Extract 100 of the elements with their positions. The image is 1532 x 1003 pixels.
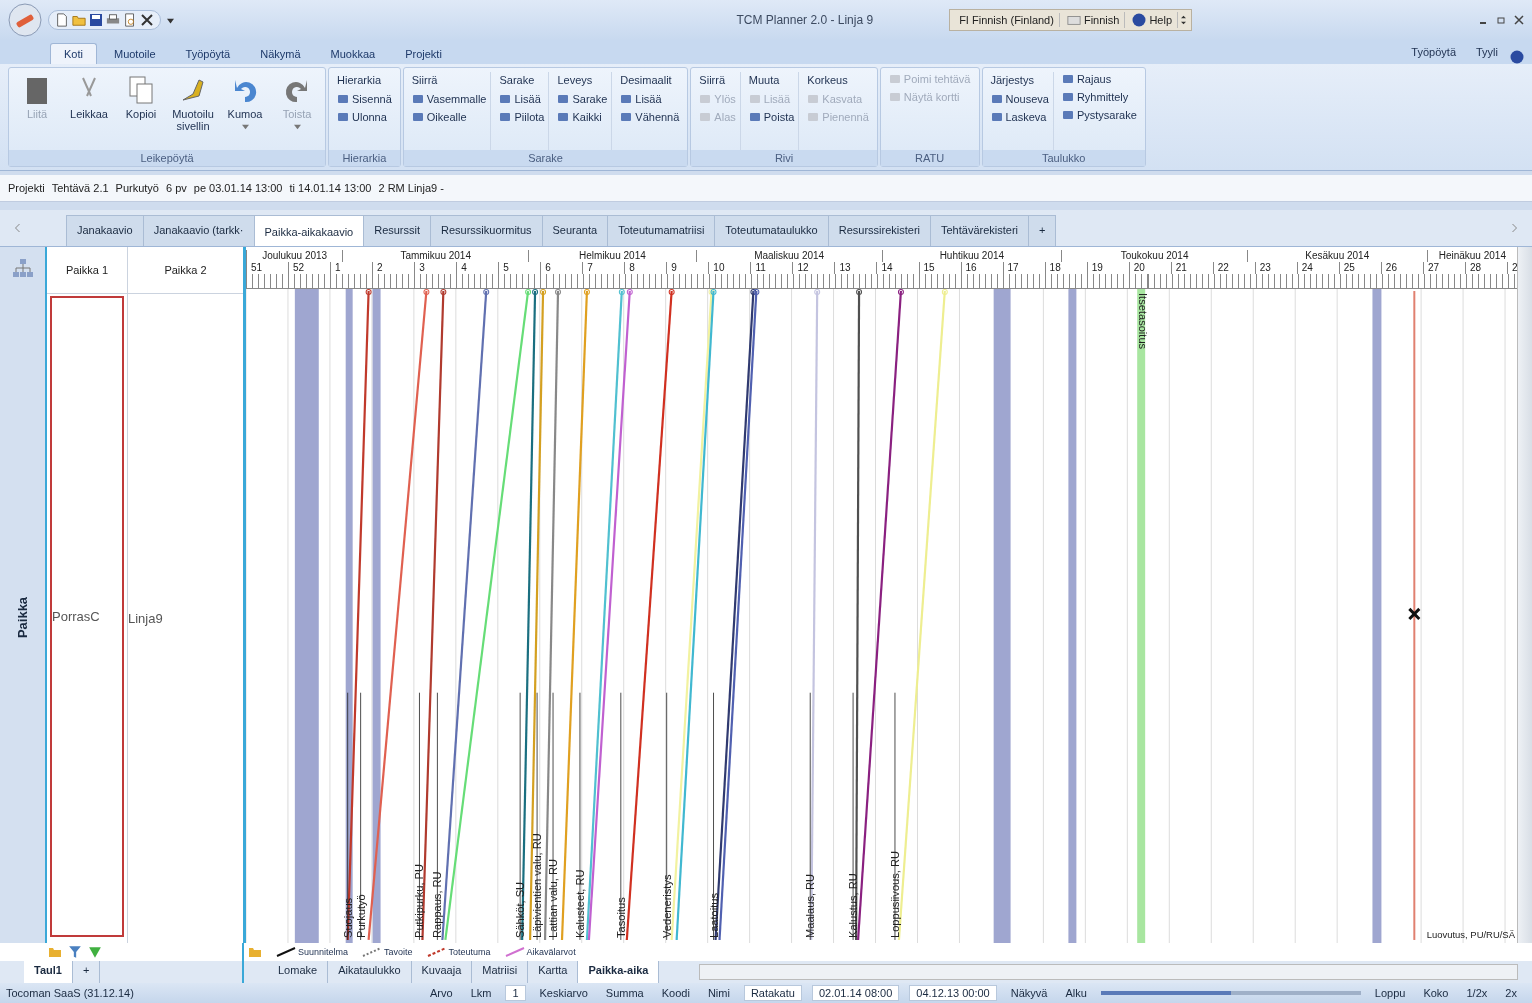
status-label: Arvo xyxy=(429,986,454,1000)
help-button[interactable]: Help xyxy=(1127,12,1178,28)
ribbon-button[interactable]: Oikealle xyxy=(411,110,487,124)
week-number: 13 xyxy=(834,262,877,274)
view-tab[interactable]: Toteutumamatriisi xyxy=(607,215,716,246)
ribbon-menu[interactable]: Tyyli xyxy=(1468,42,1506,62)
legend-label: Suunnitelma xyxy=(298,947,349,957)
view-tab[interactable]: Janakaavio xyxy=(66,215,144,246)
week-number: 19 xyxy=(1086,262,1129,274)
info-text: Purkutyö xyxy=(115,182,159,194)
group-label: Rivi xyxy=(691,150,877,166)
ribbon-button[interactable]: Kopioi xyxy=(117,72,165,150)
view-tab[interactable]: Resurssikuormitus xyxy=(430,215,543,246)
info-text: pe 03.01.14 13:00 xyxy=(193,182,283,194)
week-number: 12 xyxy=(792,262,835,274)
week-number: 8 xyxy=(624,262,667,274)
task-label: Itsetasoitus xyxy=(1137,293,1150,350)
ribbon-button[interactable]: Nouseva xyxy=(990,92,1049,106)
status-label: Summa xyxy=(604,986,645,1000)
week-number: 22 xyxy=(1212,262,1255,274)
zoom-option[interactable]: Koko xyxy=(1419,986,1453,1000)
ribbon-button[interactable]: Sisennä xyxy=(337,92,392,106)
week-number: 10 xyxy=(708,262,751,274)
ribbon-tab[interactable]: Muotoile xyxy=(100,44,169,64)
info-text: 6 pv xyxy=(166,182,187,194)
week-number: 25 xyxy=(1338,262,1381,274)
column-header: Paikka 2 xyxy=(128,247,243,294)
task-label: Loppusiivous, RU xyxy=(889,851,901,938)
sheet-tab[interactable]: Paikka-aika xyxy=(578,961,660,983)
week-number: 21 xyxy=(1170,262,1213,274)
zoom-option[interactable]: Loppu xyxy=(1370,986,1410,1000)
status-field[interactable]: 04.12.13 00:00 xyxy=(909,985,997,1001)
column-header: Sarake xyxy=(499,73,536,88)
column-header: Muuta xyxy=(748,73,781,88)
legend-label: Aikavälarvot xyxy=(526,947,576,957)
task-label: Rappaus, RU xyxy=(431,871,444,938)
view-tab[interactable]: Janakaavio (tarkk· xyxy=(142,215,255,246)
view-tab[interactable]: Resurssirekisteri xyxy=(827,215,931,246)
week-number: 52 xyxy=(288,262,331,274)
ribbon-tab[interactable]: Näkymä xyxy=(247,44,314,64)
column-header: Paikka 1 xyxy=(47,247,127,294)
sheet-tab[interactable]: Taul1 xyxy=(24,961,73,983)
task-label: Vedeneristys xyxy=(660,874,673,938)
view-tab[interactable]: Tehtävärekisteri xyxy=(930,215,1030,246)
status-label: Näkyvä xyxy=(1009,986,1049,1000)
zoom-option[interactable]: 1/2x xyxy=(1462,986,1492,1000)
ribbon-tab[interactable]: Muokkaa xyxy=(317,44,389,64)
ribbon-button[interactable]: Rajaus xyxy=(1061,72,1137,86)
info-text: Projekti xyxy=(8,182,45,194)
ribbon-button[interactable]: Ryhmittely xyxy=(1061,90,1137,104)
view-tab[interactable]: Toteutumataulukko xyxy=(714,215,829,246)
ribbon-button[interactable]: Sarake xyxy=(557,92,608,106)
ribbon-button[interactable]: Leikkaa xyxy=(65,72,113,150)
ribbon-button[interactable]: Pystysarake xyxy=(1061,108,1137,122)
week-number: 15 xyxy=(918,262,961,274)
ribbon-button[interactable]: Piilota xyxy=(499,110,545,124)
ribbon-button[interactable]: Kaikki xyxy=(557,110,608,124)
column-header: Siirrä xyxy=(411,73,439,88)
week-number: 1 xyxy=(330,262,373,274)
task-label: Läpivientien valu, RU xyxy=(531,833,544,938)
ribbon-button[interactable]: Poista xyxy=(748,110,795,124)
ribbon-button[interactable]: Lisää xyxy=(620,92,680,106)
column-header: Korkeus xyxy=(807,73,849,88)
ribbon-button[interactable]: Lisää xyxy=(499,92,545,106)
status-field[interactable]: 02.01.14 08:00 xyxy=(811,985,900,1001)
ribbon-button[interactable]: Kumoa xyxy=(221,72,269,150)
ribbon-tab[interactable]: Työpöytä xyxy=(172,44,244,64)
status-text: Tocoman SaaS (31.12.14) xyxy=(6,987,135,999)
week-number: 14 xyxy=(876,262,919,274)
week-number: 7 xyxy=(582,262,625,274)
column-header: Hierarkia xyxy=(337,73,382,88)
status-label: Koodi xyxy=(660,986,691,1000)
ribbon-button[interactable]: Vasemmalle xyxy=(411,92,487,106)
week-number: 20 xyxy=(1128,262,1171,274)
ribbon-button[interactable]: Vähennä xyxy=(620,110,680,124)
legend-label: Toteutuma xyxy=(448,947,491,957)
location-cell: PorrasC xyxy=(52,609,100,624)
week-number: 18 xyxy=(1044,262,1087,274)
status-field[interactable]: Ratakatu xyxy=(743,985,802,1001)
week-number: 6 xyxy=(540,262,583,274)
week-number: 16 xyxy=(960,262,1003,274)
legend-label: Tavoite xyxy=(384,947,413,957)
week-number: 17 xyxy=(1002,262,1045,274)
ribbon-button[interactable]: Ulonna xyxy=(337,110,392,124)
view-tab[interactable]: Seuranta xyxy=(541,215,609,246)
task-label: Kalustus, RU xyxy=(847,873,860,938)
keyboard-layout[interactable]: Finnish xyxy=(1061,12,1126,28)
language-indicator[interactable]: FI Finnish (Finland) xyxy=(954,13,1060,27)
zoom-option[interactable]: 2x xyxy=(1501,986,1521,1000)
view-tab[interactable]: + xyxy=(1028,215,1057,246)
status-label: Nimi xyxy=(706,986,731,1000)
ribbon-button[interactable]: Muotoilu sivellin xyxy=(169,72,217,150)
view-tab[interactable]: Paikka-aikakaavio xyxy=(253,215,365,246)
ribbon-tab[interactable]: Koti xyxy=(50,43,97,64)
task-label: Laatoitus xyxy=(707,892,720,938)
ribbon-tab[interactable]: Projekti xyxy=(392,44,455,64)
view-tab[interactable]: Resurssit xyxy=(363,215,432,246)
ribbon-button[interactable]: Laskeva xyxy=(990,110,1049,124)
ribbon-menu[interactable]: Työpöytä xyxy=(1403,42,1464,62)
status-field[interactable]: 1 xyxy=(505,985,526,1001)
